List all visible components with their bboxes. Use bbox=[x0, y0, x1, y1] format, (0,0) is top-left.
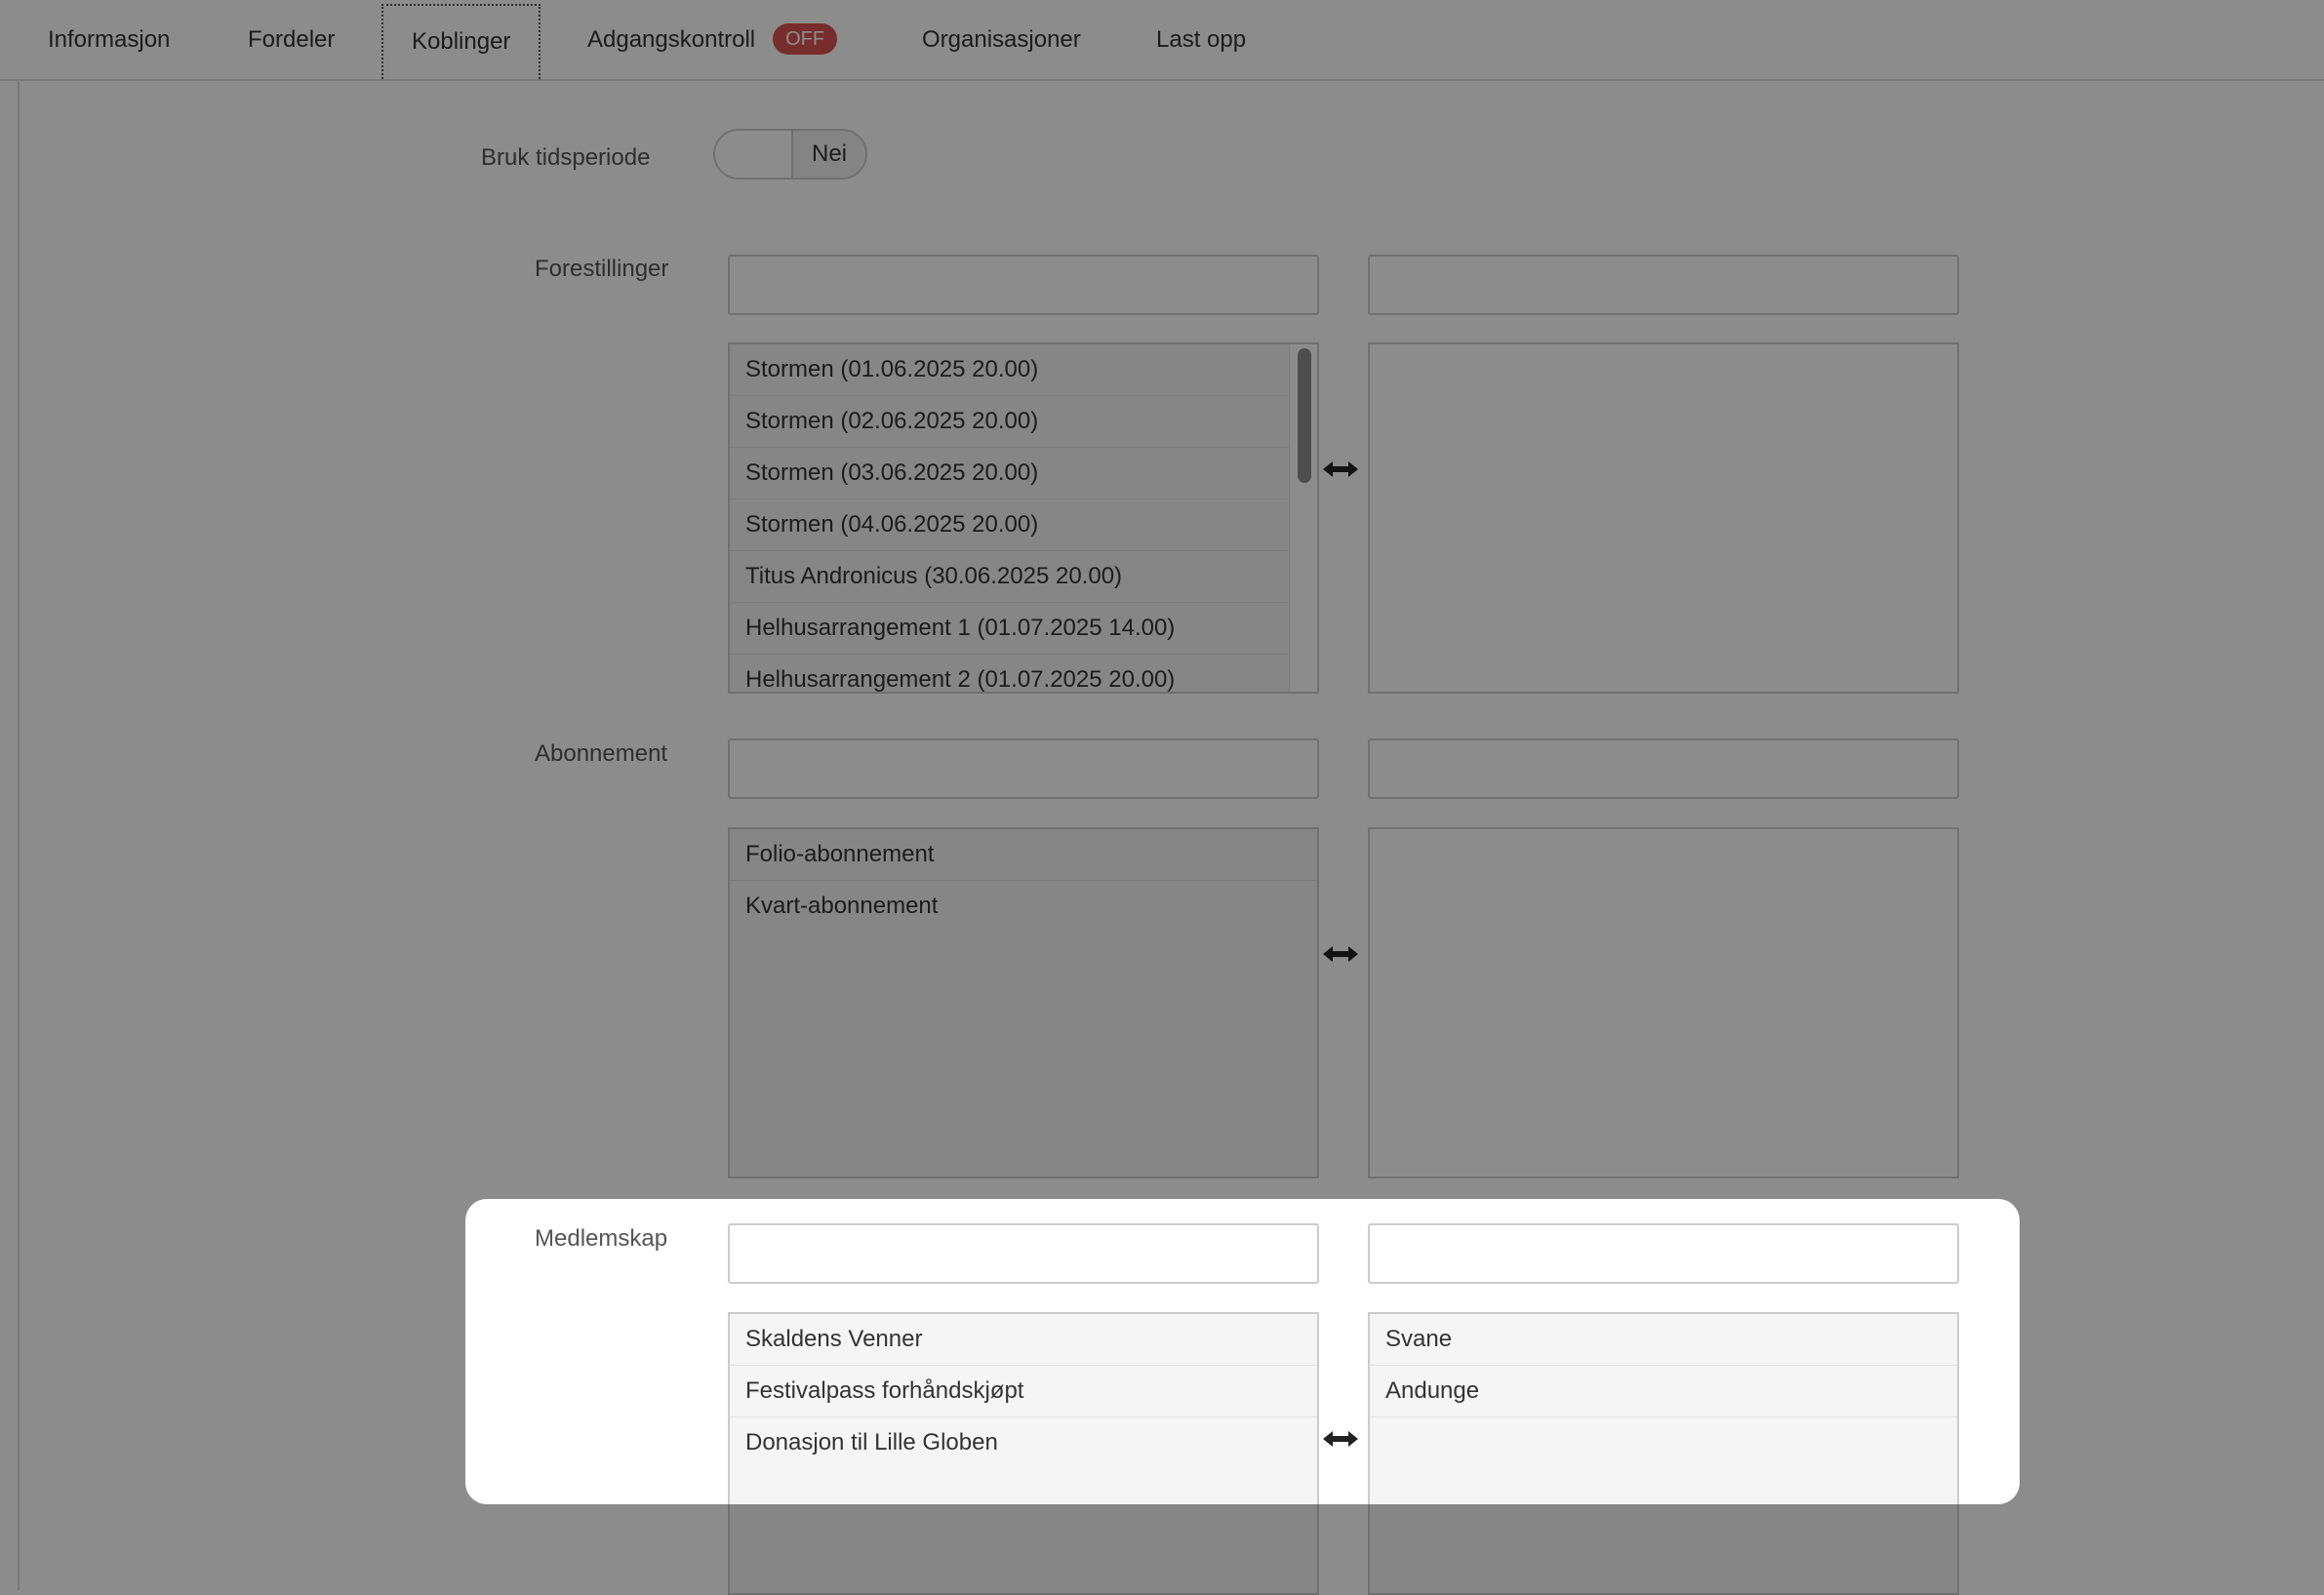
forestillinger-available-list[interactable]: Stormen (01.06.2025 20.00) Stormen (02.0… bbox=[728, 342, 1319, 694]
list-item[interactable]: Kvart-abonnement bbox=[730, 881, 1317, 932]
list-item[interactable]: Stormen (04.06.2025 20.00) bbox=[730, 499, 1290, 551]
swap-arrow-icon[interactable] bbox=[1321, 1427, 1360, 1451]
time-period-toggle[interactable]: Nei bbox=[713, 129, 867, 179]
tab-adgangskontroll[interactable]: Adgangskontroll OFF bbox=[587, 4, 838, 76]
list-item[interactable]: Helhusarrangement 2 (01.07.2025 20.00) bbox=[730, 655, 1290, 692]
list-item[interactable]: Stormen (02.06.2025 20.00) bbox=[730, 396, 1290, 448]
forestillinger-available-items: Stormen (01.06.2025 20.00) Stormen (02.0… bbox=[730, 344, 1290, 692]
abonnement-label: Abonnement bbox=[535, 740, 668, 767]
swap-arrow-icon[interactable] bbox=[1321, 458, 1360, 481]
scrollbar-thumb[interactable] bbox=[1298, 348, 1311, 483]
tab-adgangskontroll-label: Adgangskontroll bbox=[587, 26, 756, 53]
tab-koblinger[interactable]: Koblinger bbox=[381, 4, 541, 79]
forestillinger-label: Forestillinger bbox=[535, 256, 669, 282]
tab-informasjon[interactable]: Informasjon bbox=[48, 4, 170, 76]
tab-fordeler[interactable]: Fordeler bbox=[248, 4, 335, 76]
status-badge: OFF bbox=[773, 22, 838, 55]
medlemskap-available-search[interactable] bbox=[728, 1223, 1319, 1284]
abonnement-selected-search[interactable] bbox=[1368, 738, 1959, 799]
abonnement-available-list[interactable]: Folio-abonnement Kvart-abonnement bbox=[728, 827, 1319, 1178]
abonnement-available-search[interactable] bbox=[728, 738, 1319, 799]
list-item[interactable]: Skaldens Venner bbox=[730, 1314, 1317, 1366]
list-item[interactable]: Donasjon til Lille Globen bbox=[730, 1417, 1317, 1468]
swap-arrow-icon[interactable] bbox=[1321, 942, 1360, 966]
tab-last-opp[interactable]: Last opp bbox=[1156, 4, 1246, 76]
toggle-value: Nei bbox=[793, 131, 865, 178]
tab-bar: Informasjon Fordeler Koblinger Adgangsko… bbox=[0, 0, 2324, 81]
time-period-label: Bruk tidsperiode bbox=[481, 144, 651, 171]
scrollbar[interactable] bbox=[1289, 344, 1317, 692]
medlemskap-selected-list[interactable]: Svane Andunge bbox=[1368, 1312, 1959, 1595]
list-item[interactable]: Stormen (01.06.2025 20.00) bbox=[730, 344, 1290, 396]
medlemskap-selected-search[interactable] bbox=[1368, 1223, 1959, 1284]
list-item[interactable]: Titus Andronicus (30.06.2025 20.00) bbox=[730, 551, 1290, 603]
forestillinger-selected-list[interactable] bbox=[1368, 342, 1959, 694]
abonnement-selected-list[interactable] bbox=[1368, 827, 1959, 1178]
toggle-knob bbox=[715, 131, 793, 178]
list-item[interactable]: Folio-abonnement bbox=[730, 829, 1317, 881]
list-item[interactable]: Andunge bbox=[1370, 1366, 1957, 1417]
medlemskap-label: Medlemskap bbox=[535, 1225, 668, 1252]
tab-organisasjoner[interactable]: Organisasjoner bbox=[922, 4, 1081, 76]
list-item[interactable]: Stormen (03.06.2025 20.00) bbox=[730, 448, 1290, 499]
forestillinger-available-search[interactable] bbox=[728, 255, 1319, 315]
list-item[interactable]: Svane bbox=[1370, 1314, 1957, 1366]
list-item[interactable]: Helhusarrangement 1 (01.07.2025 14.00) bbox=[730, 603, 1290, 655]
list-item[interactable]: Festivalpass forhåndskjøpt bbox=[730, 1366, 1317, 1417]
forestillinger-selected-search[interactable] bbox=[1368, 255, 1959, 315]
medlemskap-available-list[interactable]: Skaldens Venner Festivalpass forhåndskjø… bbox=[728, 1312, 1319, 1595]
